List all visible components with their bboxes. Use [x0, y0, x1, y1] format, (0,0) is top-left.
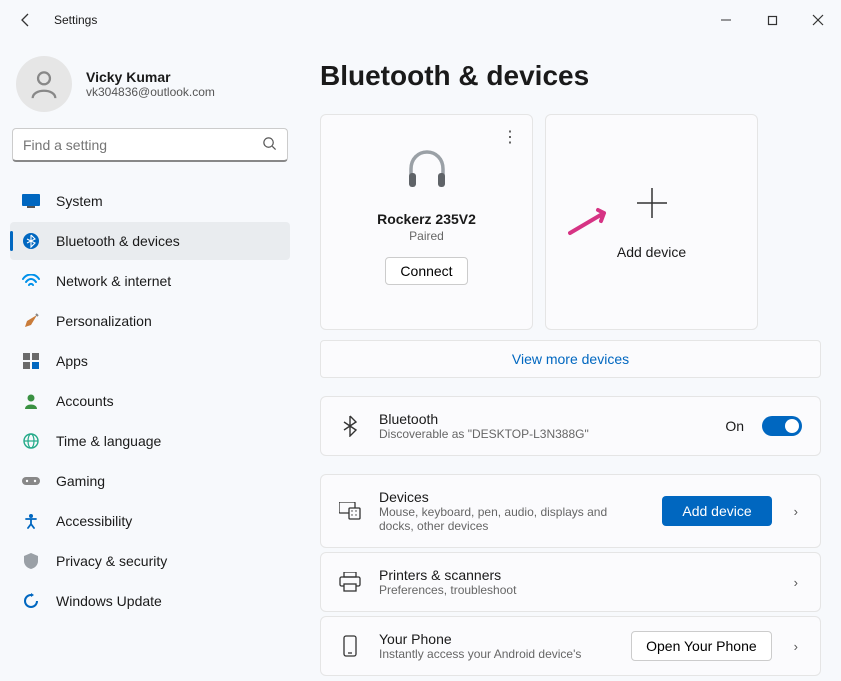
chevron-right-icon: ›: [790, 639, 802, 654]
bluetooth-icon: [22, 232, 40, 250]
shield-icon: [22, 552, 40, 570]
devices-title: Devices: [379, 489, 644, 505]
user-name: Vicky Kumar: [86, 69, 215, 85]
sidebar-item-label: Network & internet: [56, 273, 171, 289]
devices-subtitle: Mouse, keyboard, pen, audio, displays an…: [379, 505, 644, 533]
phone-subtitle: Instantly access your Android device's: [379, 647, 613, 661]
search-icon: [262, 136, 277, 154]
phone-title: Your Phone: [379, 631, 613, 647]
apps-icon: [22, 352, 40, 370]
sidebar-item-personalization[interactable]: Personalization: [10, 302, 290, 340]
open-your-phone-button[interactable]: Open Your Phone: [631, 631, 772, 661]
user-email: vk304836@outlook.com: [86, 85, 215, 99]
search-box[interactable]: [12, 128, 288, 162]
sidebar-item-label: Accessibility: [56, 513, 132, 529]
minimize-button[interactable]: [703, 0, 749, 40]
sidebar: Vicky Kumar vk304836@outlook.com System …: [0, 40, 300, 681]
bluetooth-state-label: On: [725, 418, 744, 434]
sidebar-item-label: Time & language: [56, 433, 161, 449]
bluetooth-toggle[interactable]: [762, 416, 802, 436]
sidebar-item-label: Personalization: [56, 313, 152, 329]
connect-button[interactable]: Connect: [385, 257, 467, 285]
accessibility-icon: [22, 512, 40, 530]
bluetooth-icon: [339, 415, 361, 437]
printers-title: Printers & scanners: [379, 567, 772, 583]
printers-row[interactable]: Printers & scanners Preferences, trouble…: [320, 552, 821, 612]
gaming-icon: [22, 472, 40, 490]
sidebar-item-label: Apps: [56, 353, 88, 369]
your-phone-row[interactable]: Your Phone Instantly access your Android…: [320, 616, 821, 676]
phone-icon: [339, 635, 361, 657]
add-device-card[interactable]: Add device: [545, 114, 758, 330]
chevron-right-icon: ›: [790, 575, 802, 590]
device-menu-button[interactable]: ⋮: [502, 127, 518, 147]
view-more-devices-button[interactable]: View more devices: [320, 340, 821, 378]
devices-row[interactable]: Devices Mouse, keyboard, pen, audio, dis…: [320, 474, 821, 548]
paint-icon: [22, 312, 40, 330]
printer-icon: [339, 571, 361, 593]
search-input[interactable]: [23, 137, 262, 153]
paired-device-card: ⋮ Rockerz 235V2 Paired Connect: [320, 114, 533, 330]
main-content: Bluetooth & devices ⋮ Rockerz 235V2 Pair…: [300, 40, 841, 681]
chevron-right-icon: ›: [790, 504, 802, 519]
sidebar-item-label: Windows Update: [56, 593, 162, 609]
sidebar-item-label: Gaming: [56, 473, 105, 489]
nav: System Bluetooth & devices Network & int…: [10, 182, 290, 620]
globe-icon: [22, 432, 40, 450]
sidebar-item-apps[interactable]: Apps: [10, 342, 290, 380]
user-block[interactable]: Vicky Kumar vk304836@outlook.com: [10, 50, 290, 128]
sidebar-item-time-language[interactable]: Time & language: [10, 422, 290, 460]
account-icon: [22, 392, 40, 410]
back-button[interactable]: [18, 12, 34, 28]
bluetooth-title: Bluetooth: [379, 411, 707, 427]
add-device-button[interactable]: Add device: [662, 496, 771, 526]
device-name: Rockerz 235V2: [377, 211, 476, 227]
sidebar-item-system[interactable]: System: [10, 182, 290, 220]
sidebar-item-network[interactable]: Network & internet: [10, 262, 290, 300]
close-button[interactable]: [795, 0, 841, 40]
sidebar-item-label: System: [56, 193, 103, 209]
device-status: Paired: [409, 229, 444, 243]
sidebar-item-bluetooth-devices[interactable]: Bluetooth & devices: [10, 222, 290, 260]
sidebar-item-accounts[interactable]: Accounts: [10, 382, 290, 420]
add-device-label: Add device: [617, 244, 686, 260]
titlebar: Settings: [0, 0, 841, 40]
system-icon: [22, 192, 40, 210]
update-icon: [22, 592, 40, 610]
bluetooth-subtitle: Discoverable as "DESKTOP-L3N388G": [379, 427, 707, 441]
sidebar-item-label: Privacy & security: [56, 553, 167, 569]
maximize-button[interactable]: [749, 0, 795, 40]
page-title: Bluetooth & devices: [320, 60, 821, 92]
sidebar-item-gaming[interactable]: Gaming: [10, 462, 290, 500]
bluetooth-toggle-row: Bluetooth Discoverable as "DESKTOP-L3N38…: [320, 396, 821, 456]
sidebar-item-label: Bluetooth & devices: [56, 233, 180, 249]
plus-icon: [634, 185, 670, 230]
sidebar-item-windows-update[interactable]: Windows Update: [10, 582, 290, 620]
sidebar-item-label: Accounts: [56, 393, 114, 409]
printers-subtitle: Preferences, troubleshoot: [379, 583, 772, 597]
headphones-icon: [403, 145, 451, 193]
devices-icon: [339, 500, 361, 522]
avatar: [16, 56, 72, 112]
annotation-arrow-icon: [568, 207, 614, 237]
sidebar-item-accessibility[interactable]: Accessibility: [10, 502, 290, 540]
app-title: Settings: [54, 13, 97, 27]
wifi-icon: [22, 272, 40, 290]
sidebar-item-privacy[interactable]: Privacy & security: [10, 542, 290, 580]
